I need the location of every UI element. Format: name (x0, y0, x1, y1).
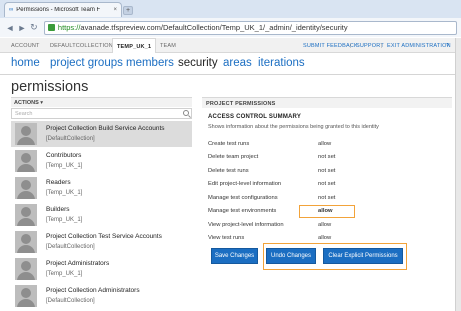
forward-arrow-icon[interactable]: ► (16, 23, 28, 33)
permission-row: Delete test runs not set (208, 166, 408, 178)
group-avatar-icon (15, 204, 37, 226)
group-scope: [Temp_UK_1] (46, 271, 83, 277)
permission-value[interactable]: allow (318, 235, 331, 241)
search-input[interactable] (11, 108, 192, 119)
permission-row: Edit project-level information not set (208, 179, 408, 191)
help-icon[interactable]: ? (446, 43, 449, 49)
group-name: Project Collection Test Service Accounts (46, 233, 162, 240)
page-title: permissions (11, 79, 89, 95)
browser-tab[interactable]: ∞ Permissions - Microsoft Team F × (4, 2, 122, 17)
permission-row: Create test runs allow (208, 139, 408, 151)
nav-iterations[interactable]: iterations (258, 57, 305, 69)
address-bar[interactable]: https:// avanade.tfspreview.com/DefaultC… (43, 20, 457, 35)
group-scope: [Temp_UK_1] (46, 217, 83, 223)
permission-name: Manage test environments (208, 208, 277, 214)
nav-security[interactable]: security (178, 57, 218, 69)
group-name: Builders (46, 206, 70, 213)
nav-members[interactable]: members (126, 57, 174, 69)
support-link[interactable]: SUPPORT (356, 43, 384, 49)
group-avatar-icon (15, 150, 37, 172)
permission-value[interactable]: allow (318, 141, 331, 147)
group-avatar-icon (15, 285, 37, 307)
search-icon[interactable] (183, 110, 189, 116)
permission-row: Manage test configurations not set (208, 193, 408, 205)
permission-value[interactable]: not set (318, 181, 335, 187)
exit-administration-link[interactable]: EXIT ADMINISTRATION (387, 43, 451, 49)
group-name: Project Administrators (46, 260, 110, 267)
tfs-topbar: ACCOUNT DEFAULTCOLLECTION TEMP_UK_1 TEAM… (0, 38, 461, 53)
permission-row: Delete team project not set (208, 152, 408, 164)
topbar-separator: | (350, 43, 352, 49)
group-scope: [DefaultCollection] (46, 136, 95, 142)
project-permissions-header: PROJECT PERMISSIONS (202, 97, 452, 108)
group-scope: [DefaultCollection] (46, 298, 95, 304)
permission-name: Manage test configurations (208, 195, 278, 201)
group-scope: [Temp_UK_1] (46, 190, 83, 196)
new-tab-button[interactable]: + (123, 6, 133, 15)
browser-chrome: ∞ Permissions - Microsoft Team F × + ◄ ►… (0, 0, 461, 37)
nav-areas[interactable]: areas (223, 57, 252, 69)
group-scope: [Temp_UK_1] (46, 163, 83, 169)
undo-changes-button[interactable]: Undo Changes (266, 248, 316, 264)
clear-explicit-permissions-button[interactable]: Clear Explicit Permissions (323, 248, 403, 264)
permission-name: View project-level information (208, 222, 284, 228)
permission-row: View project-level information allow (208, 220, 408, 232)
permission-value[interactable]: not set (318, 154, 335, 160)
list-item[interactable]: Builders [Temp_UK_1] (11, 202, 192, 228)
group-name: Project Collection Administrators (46, 287, 140, 294)
nav-project-groups[interactable]: project groups (50, 57, 123, 69)
topbar-collection-link[interactable]: DEFAULTCOLLECTION (50, 43, 113, 49)
lock-icon (47, 24, 55, 31)
reload-icon[interactable]: ↻ (28, 22, 40, 33)
group-scope: [DefaultCollection] (46, 244, 95, 250)
browser-toolbar: ◄ ► ↻ https:// avanade.tfspreview.com/De… (0, 18, 461, 37)
list-item[interactable]: Readers [Temp_UK_1] (11, 175, 192, 201)
topbar-team-link[interactable]: TEAM (160, 43, 176, 49)
list-item[interactable]: Contributors [Temp_UK_1] (11, 148, 192, 174)
permission-name: Create test runs (208, 141, 250, 147)
list-item[interactable]: Project Collection Administrators [Defau… (11, 283, 192, 309)
list-item[interactable]: Project Collection Build Service Account… (11, 121, 192, 147)
access-control-summary-description: Shows information about the permissions … (208, 124, 379, 130)
tfs-favicon-icon: ∞ (9, 7, 14, 13)
permission-value[interactable]: allow (318, 222, 331, 228)
group-avatar-icon (15, 177, 37, 199)
access-control-summary-title: ACCESS CONTROL SUMMARY (208, 114, 302, 120)
actions-menu[interactable]: ACTIONS ▾ (11, 97, 192, 107)
tab-title: Permissions - Microsoft Team F (16, 7, 101, 13)
group-name: Project Collection Build Service Account… (46, 125, 165, 132)
permission-name: View test runs (208, 235, 245, 241)
nav-home[interactable]: home (11, 57, 40, 69)
url-scheme: https:// (57, 23, 81, 32)
main-nav: home project groups members security are… (0, 53, 461, 75)
back-arrow-icon[interactable]: ◄ (4, 23, 16, 33)
list-item[interactable]: Project Administrators [Temp_UK_1] (11, 256, 192, 282)
permission-name: Edit project-level information (208, 181, 282, 187)
tab-close-icon[interactable]: × (113, 7, 117, 13)
topbar-separator: | (381, 43, 383, 49)
group-name: Contributors (46, 152, 82, 159)
permission-name: Delete team project (208, 154, 259, 160)
permission-value[interactable]: not set (318, 168, 335, 174)
highlight-box (299, 205, 355, 218)
permission-name: Delete test runs (208, 168, 249, 174)
list-item[interactable]: Project Collection Test Service Accounts… (11, 229, 192, 255)
group-name: Readers (46, 179, 71, 186)
group-avatar-icon (15, 258, 37, 280)
topbar-project-link[interactable]: TEMP_UK_1 (112, 38, 157, 53)
url-path: avanade.tfspreview.com/DefaultCollection… (80, 23, 348, 32)
window-scrollbar[interactable] (455, 38, 461, 311)
topbar-account-link[interactable]: ACCOUNT (11, 43, 40, 49)
permission-value[interactable]: not set (318, 195, 335, 201)
save-changes-button[interactable]: Save Changes (211, 248, 258, 264)
group-avatar-icon (15, 231, 37, 253)
group-avatar-icon (15, 123, 37, 145)
